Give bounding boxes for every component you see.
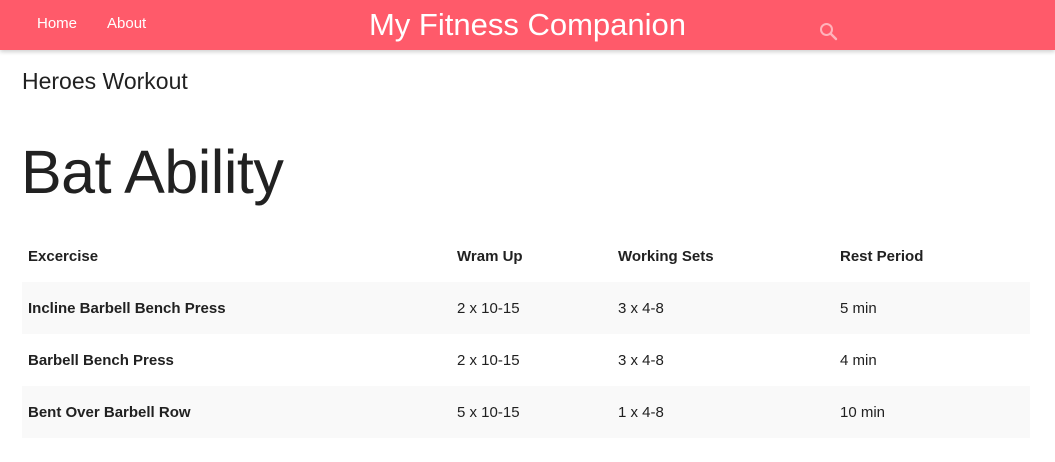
table-row: Bent Over Barbell Row 5 x 10-15 1 x 4-8 … xyxy=(22,386,1030,438)
header-exercise: Excercise xyxy=(28,247,99,265)
nav-links: Home About xyxy=(37,0,176,50)
rest-period-cell: 10 min xyxy=(840,403,886,421)
page-subtitle: Heroes Workout xyxy=(22,68,188,94)
table-row: Incline Barbell Bench Press 2 x 10-15 3 … xyxy=(22,282,1030,334)
table-row: Barbell Bench Press 2 x 10-15 3 x 4-8 4 … xyxy=(22,334,1030,386)
search-icon[interactable] xyxy=(819,22,839,42)
working-sets-cell: 3 x 4-8 xyxy=(618,351,664,369)
page-title: Bat Ability xyxy=(21,138,284,206)
warm-up-cell: 5 x 10-15 xyxy=(457,403,520,421)
nav-link-home[interactable]: Home xyxy=(37,0,77,49)
rest-period-cell: 5 min xyxy=(840,299,877,317)
header-rest-period: Rest Period xyxy=(840,247,924,265)
header-working-sets: Working Sets xyxy=(618,247,714,265)
nav-link-about[interactable]: About xyxy=(107,0,146,49)
working-sets-cell: 1 x 4-8 xyxy=(618,403,664,421)
search-icon-graphic xyxy=(820,23,838,41)
warm-up-cell: 2 x 10-15 xyxy=(457,299,520,317)
warm-up-cell: 2 x 10-15 xyxy=(457,351,520,369)
header-warm-up: Wram Up xyxy=(457,247,523,265)
top-navbar: Home About My Fitness Companion xyxy=(0,0,1055,50)
exercise-cell: Incline Barbell Bench Press xyxy=(28,299,226,317)
table-header-row: Excercise Wram Up Working Sets Rest Peri… xyxy=(22,230,1030,282)
exercise-cell: Barbell Bench Press xyxy=(28,351,174,369)
workout-table: Excercise Wram Up Working Sets Rest Peri… xyxy=(22,230,1030,438)
working-sets-cell: 3 x 4-8 xyxy=(618,299,664,317)
exercise-cell: Bent Over Barbell Row xyxy=(28,403,191,421)
rest-period-cell: 4 min xyxy=(840,351,877,369)
